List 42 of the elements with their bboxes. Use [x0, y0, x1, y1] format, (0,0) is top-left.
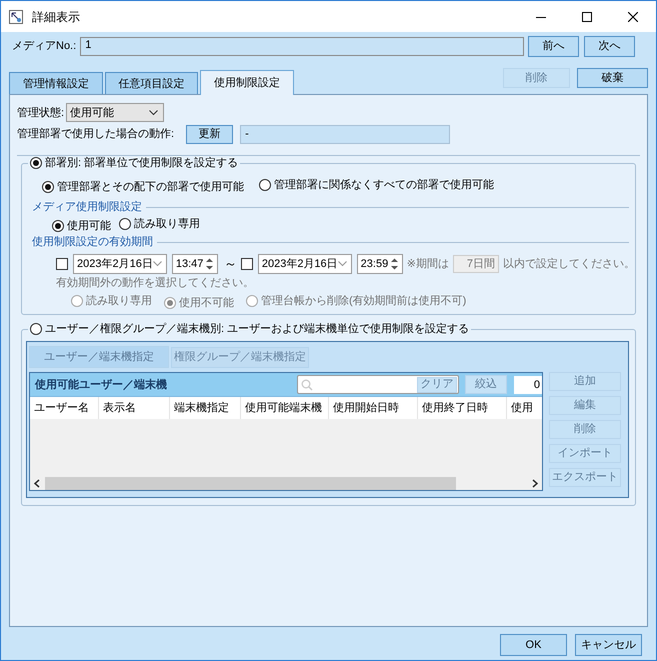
- days-field: 7日間: [452, 255, 499, 273]
- section-title: メディア使用制限設定: [32, 200, 142, 214]
- radio-button[interactable]: 管理部署とその配下の部署で使用可能: [42, 180, 244, 194]
- action-button[interactable]: 破棄: [577, 68, 648, 88]
- column-header[interactable]: ユーザー名: [30, 397, 99, 419]
- media-number-field[interactable]: 1: [80, 36, 524, 56]
- action-field[interactable]: -: [240, 124, 450, 144]
- column-header[interactable]: 使用可能端末機: [241, 397, 329, 419]
- list-title: 使用可能ユーザー／端末機: [35, 378, 168, 392]
- radio-button[interactable]: 使用可能: [52, 218, 111, 232]
- hint-text: 有効期間外の動作を選択してください。: [56, 276, 254, 290]
- column-header[interactable]: 端末機指定: [170, 397, 241, 419]
- count-field: 0: [514, 376, 542, 394]
- tab[interactable]: 使用制限設定: [200, 70, 294, 95]
- period-note: 以内で設定してください。: [503, 257, 635, 271]
- column-header[interactable]: 使用開始日時: [329, 397, 418, 419]
- nav-button[interactable]: 次へ: [584, 36, 636, 56]
- footer-button[interactable]: OK: [500, 634, 567, 656]
- column-header[interactable]: 使用終了日時: [418, 397, 507, 419]
- field-label: 管理部署で使用した場合の動作:: [17, 127, 174, 141]
- radio-button[interactable]: 管理部署に関係なくすべての部署で使用可能: [259, 178, 494, 192]
- column-header[interactable]: 表示名: [99, 397, 170, 419]
- time-spinner[interactable]: 23:59: [356, 254, 403, 274]
- window-title: 詳細表示: [32, 10, 80, 24]
- date-picker[interactable]: 2023年2月16日: [258, 254, 352, 274]
- nav-button[interactable]: 前へ: [528, 36, 580, 56]
- radio-button[interactable]: ユーザー／権限グループ／端末機別: ユーザーおよび端末機単位で使用制限を設定する: [30, 322, 470, 336]
- footer-button[interactable]: キャンセル: [575, 634, 642, 656]
- radio-button[interactable]: 部署別: 部署単位で使用制限を設定する: [30, 156, 238, 170]
- field-label: メディアNo.:: [12, 39, 76, 53]
- status-dropdown[interactable]: 使用可能: [66, 103, 164, 122]
- range-separator: ～: [224, 257, 237, 271]
- time-spinner[interactable]: 13:47: [172, 254, 218, 274]
- field-label: 管理状態:: [17, 106, 64, 120]
- section-title: 使用制限設定の有効期間: [32, 235, 153, 249]
- radio-button[interactable]: 読み取り専用: [119, 217, 200, 231]
- column-header[interactable]: 使用: [507, 397, 542, 419]
- tab[interactable]: 管理情報設定: [9, 72, 103, 94]
- tab[interactable]: 任意項目設定: [105, 72, 198, 94]
- date-picker[interactable]: 2023年2月16日: [73, 254, 167, 274]
- update-button[interactable]: 更新: [186, 124, 234, 144]
- period-note: ※期間は: [406, 257, 449, 271]
